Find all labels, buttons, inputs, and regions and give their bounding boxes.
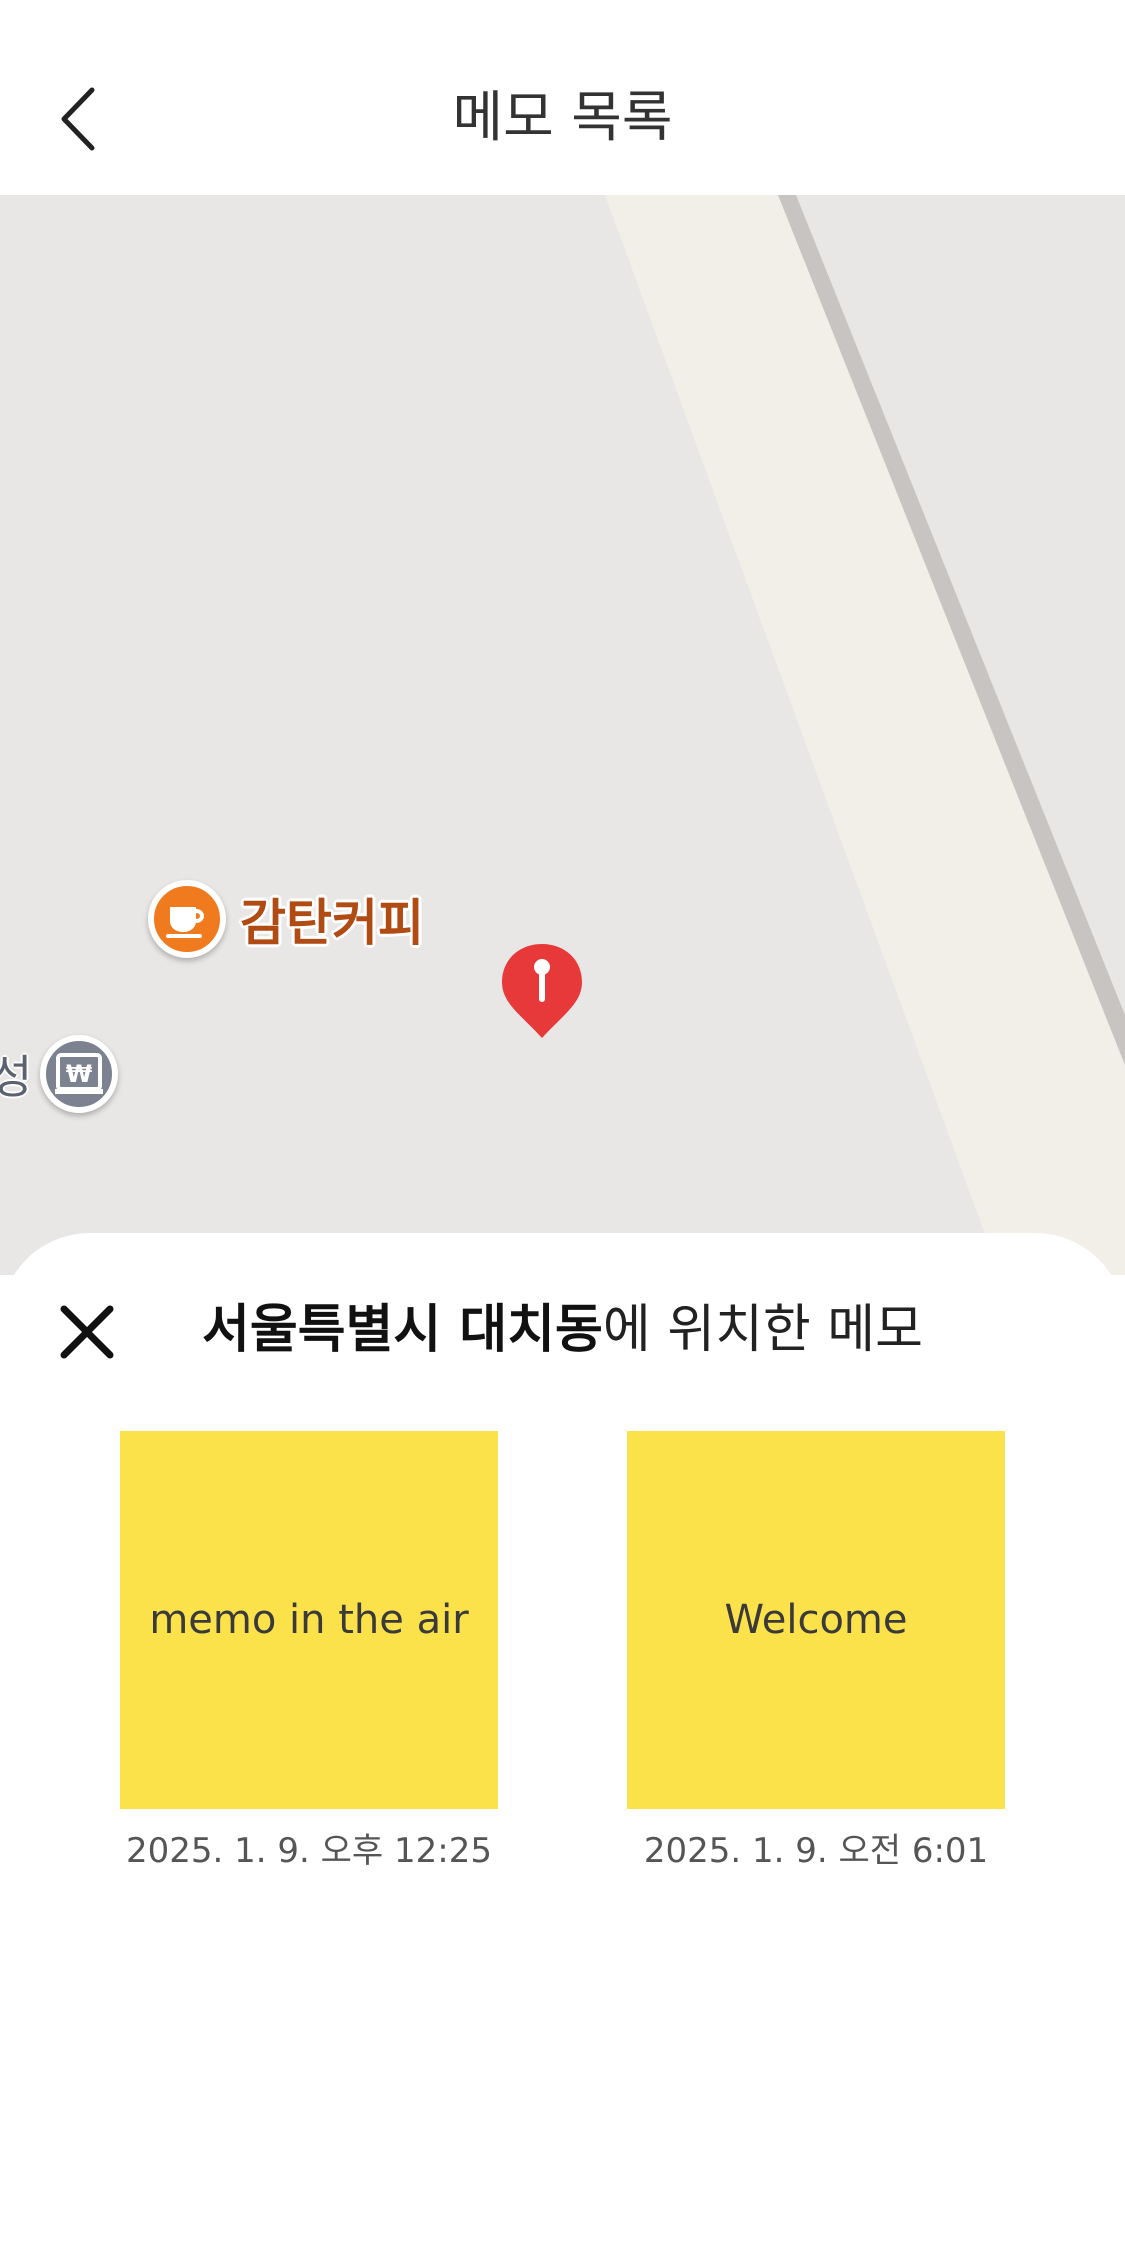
bank-poi[interactable]: 성 ₩ [0,1035,119,1113]
memo-text: Welcome [724,1597,908,1643]
cafe-poi-label: 감탄커피 [240,894,424,952]
sheet-title: 서울특별시 대치동에 위치한 메모 [0,1295,1125,1365]
map-view[interactable]: 감탄커피 성 ₩ [0,195,1125,1275]
location-name: 서울특별시 대치동 [202,1300,603,1360]
page-title: 메모 목록 [452,85,673,149]
memo-text: memo in the air [149,1597,469,1643]
memo-date: 2025. 1. 9. 오전 6:01 [643,1831,989,1871]
sheet-title-suffix: 에 위치한 메모 [602,1300,923,1360]
map-roads [605,195,1125,1275]
map-pin-icon [502,944,582,1038]
memo-card[interactable]: Welcome 2025. 1. 9. 오전 6:01 [627,1431,1005,1872]
memo-note[interactable]: Welcome [627,1431,1005,1809]
memo-date: 2025. 1. 9. 오후 12:25 [126,1831,492,1871]
memo-bottom-sheet: 서울특별시 대치동에 위치한 메모 memo in the air 2025. … [0,1233,1125,2266]
won-bank-icon: ₩ [40,1035,119,1113]
cafe-poi[interactable]: 감탄커피 [148,880,424,958]
coffee-cup-icon [148,880,226,958]
svg-text:₩: ₩ [66,1060,93,1088]
bank-poi-label: 성 [0,1050,33,1104]
location-pin-marker[interactable] [498,940,586,1040]
memo-card[interactable]: memo in the air 2025. 1. 9. 오후 12:25 [120,1431,498,1872]
memo-note[interactable]: memo in the air [120,1431,498,1809]
app-header: 메모 목록 [0,0,1125,195]
